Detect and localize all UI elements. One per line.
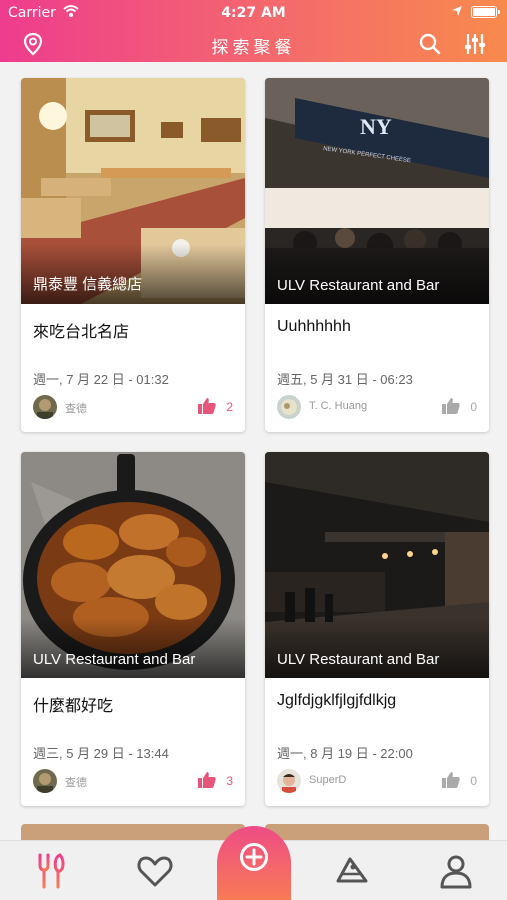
add-post-button[interactable] (217, 826, 291, 900)
like-count: 0 (470, 774, 477, 788)
author-name: T. C. Huang (309, 400, 368, 412)
post-photo: ULV Restaurant and Bar (265, 452, 489, 678)
like-count: 0 (470, 400, 477, 414)
post-card[interactable]: ULV Restaurant and Bar Jglfdjgklfjlgjfdl… (265, 452, 489, 806)
post-card[interactable]: ULV Restaurant and Bar 什麼都好吃 週三, 5 月 29 … (21, 452, 245, 806)
add-icon (240, 843, 268, 871)
post-date: 週一, 8 月 19 日 - 22:00 (277, 746, 413, 761)
location-arrow-icon (452, 6, 462, 16)
status-bar: Carrier 4:27 AM (0, 0, 507, 26)
like-count: 3 (226, 774, 233, 788)
post-card-peek[interactable] (265, 824, 489, 840)
post-card-peek[interactable] (21, 824, 245, 840)
post-date: 週一, 7 月 22 日 - 01:32 (33, 372, 169, 387)
photo-overlay (265, 618, 489, 678)
restaurant-name: ULV Restaurant and Bar (277, 651, 440, 668)
photo-overlay (265, 244, 489, 304)
post-photo: NY NEW YORK PERFECT CHEESE ULV Restauran… (265, 78, 489, 304)
filter-sliders-icon[interactable] (463, 32, 487, 56)
avatar[interactable] (33, 769, 57, 793)
post-date: 週五, 5 月 31 日 - 06:23 (277, 372, 413, 387)
restaurant-name: 鼎泰豐 信義總店 (33, 276, 143, 293)
photo-overlay (21, 618, 245, 678)
avatar[interactable] (33, 395, 57, 419)
restaurant-name: ULV Restaurant and Bar (277, 277, 440, 294)
post-card[interactable]: NY NEW YORK PERFECT CHEESE ULV Restauran… (265, 78, 489, 432)
post-photo: ULV Restaurant and Bar (21, 452, 245, 678)
post-title: 什麼都好吃 (33, 698, 114, 715)
avatar[interactable] (277, 395, 301, 419)
dining-icon[interactable] (32, 851, 72, 891)
status-time: 4:27 AM (221, 5, 286, 21)
app-header: Carrier 4:27 AM 探索聚餐 (0, 0, 507, 62)
post-photo: 鼎泰豐 信義總店 (21, 78, 245, 304)
cake-icon[interactable] (332, 851, 372, 891)
restaurant-name: ULV Restaurant and Bar (33, 651, 196, 668)
profile-icon[interactable] (436, 851, 476, 891)
like-count: 2 (226, 400, 233, 414)
thumbs-up-icon[interactable] (441, 396, 461, 416)
search-icon[interactable] (419, 33, 441, 55)
battery-icon (471, 6, 500, 18)
author-name: 查德 (65, 777, 87, 789)
post-title: Jglfdjgklfjlgjfdlkjg (277, 692, 397, 709)
heart-icon[interactable] (135, 851, 175, 891)
thumbs-up-icon[interactable] (197, 770, 217, 790)
post-date: 週三, 5 月 29 日 - 13:44 (33, 746, 169, 761)
thumbs-up-icon[interactable] (441, 770, 461, 790)
svg-text:NY: NY (360, 114, 392, 139)
post-card[interactable]: 鼎泰豐 信義總店 來吃台北名店 週一, 7 月 22 日 - 01:32 查德 … (21, 78, 245, 432)
post-title: Uuhhhhhh (277, 318, 351, 335)
author-name: 查德 (65, 403, 87, 415)
thumbs-up-icon[interactable] (197, 396, 217, 416)
author-name: SuperD (309, 774, 347, 786)
nav-bar: 探索聚餐 (0, 26, 507, 62)
post-title: 來吃台北名店 (33, 324, 130, 341)
avatar[interactable] (277, 769, 301, 793)
post-grid: 鼎泰豐 信義總店 來吃台北名店 週一, 7 月 22 日 - 01:32 查德 … (0, 62, 507, 840)
